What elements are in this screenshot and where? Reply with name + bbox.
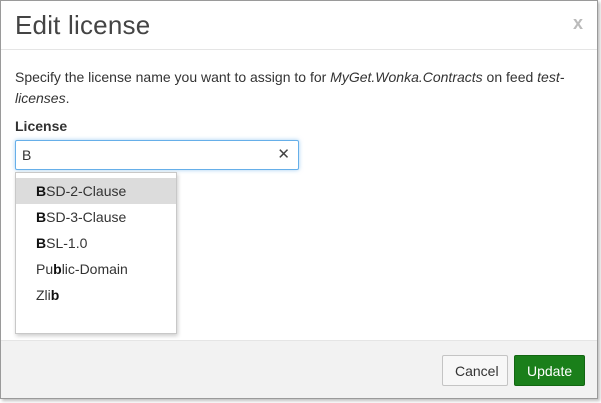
update-button[interactable]: Update — [514, 355, 585, 386]
edit-license-dialog: Edit license x Specify the license name … — [0, 0, 598, 399]
license-label: License — [15, 118, 68, 134]
suggestion-item[interactable]: Public-Domain — [16, 256, 176, 282]
suggestion-item[interactable]: BSD-2-Clause — [16, 178, 176, 204]
license-input-wrapper: ✕ — [15, 140, 299, 170]
description-suffix: . — [65, 90, 70, 106]
close-icon[interactable]: x — [573, 13, 583, 33]
description-middle: on feed — [482, 69, 538, 85]
cancel-button[interactable]: Cancel — [442, 355, 508, 386]
suggestion-item[interactable]: BSD-3-Clause — [16, 204, 176, 230]
license-input[interactable] — [16, 141, 266, 169]
package-name: MyGet.Wonka.Contracts — [330, 69, 483, 85]
dialog-title: Edit license — [15, 10, 151, 40]
dialog-description: Specify the license name you want to ass… — [15, 67, 575, 109]
suggestion-item[interactable]: Zlib — [16, 282, 176, 308]
dialog-header: Edit license x — [1, 1, 597, 50]
dialog-footer: Cancel Update — [1, 340, 597, 398]
license-suggestions: BSD-2-Clause BSD-3-Clause BSL-1.0 Public… — [15, 172, 177, 334]
clear-icon[interactable]: ✕ — [277, 146, 290, 164]
description-prefix: Specify the license name you want to ass… — [15, 69, 331, 85]
suggestion-item[interactable]: BSL-1.0 — [16, 230, 176, 256]
